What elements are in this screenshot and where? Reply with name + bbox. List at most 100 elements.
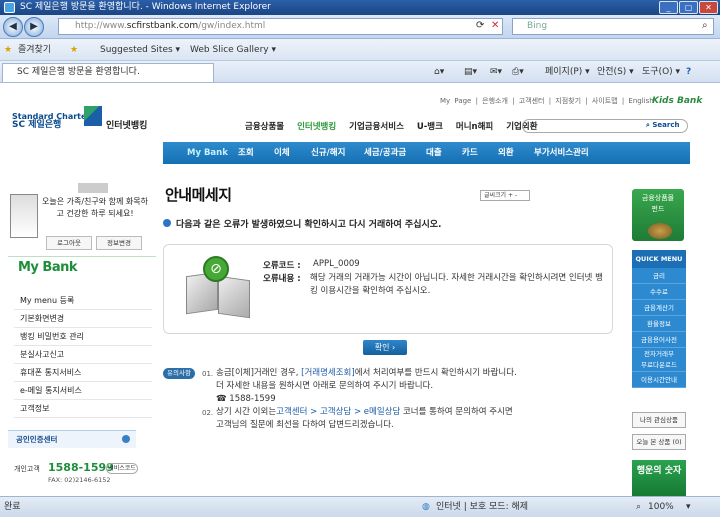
tab-active[interactable]: SC 제일은행 방문을 환영합니다.	[2, 63, 214, 82]
web-slice-gallery-link[interactable]: Web Slice Gallery ▾	[190, 39, 276, 61]
search-icon[interactable]: ⌕	[702, 20, 708, 31]
nav-money-happy[interactable]: 머니n해피	[456, 122, 493, 132]
top-links[interactable]: My Page | 은행소개 | 고객센터 | 지점찾기 | 사이트맵 | En…	[440, 96, 654, 106]
bing-placeholder: Bing	[527, 21, 548, 31]
fund-label: 펀드	[651, 205, 665, 213]
email-consult-link[interactable]: 고객센터 > 고객상담 > e메일상담	[276, 407, 400, 417]
menu-item-default-screen[interactable]: 기본화면변경	[14, 310, 152, 328]
maximize-button[interactable]: ▢	[679, 1, 698, 14]
note-2-text-c: 고객님의 질문에 최선을 다하여 답변드리겠습니다.	[216, 420, 394, 430]
favorites-star-icon: ★	[4, 45, 13, 55]
suggested-sites-link[interactable]: Suggested Sites ▾	[100, 39, 180, 61]
phone-number: 1588-1599	[48, 461, 114, 474]
kids-bank-logo[interactable]: Kids Bank	[652, 96, 702, 106]
tools-menu[interactable]: 도구(O) ▾	[642, 61, 680, 83]
stop-icon[interactable]: ✕	[491, 20, 499, 31]
quick-exchange-rate[interactable]: 환율정보	[632, 316, 686, 332]
subnav-extra-services[interactable]: 부가서비스관리	[534, 142, 589, 164]
font-size-control[interactable]: 글씨크기 + -	[480, 190, 530, 201]
subnav-my-bank[interactable]: My Bank	[187, 142, 228, 164]
status-text: 완료	[4, 502, 21, 512]
url-prefix: http://www.	[75, 21, 127, 31]
window-title: SC 제일은행 방문을 환영합니다. - Windows Internet Ex…	[20, 2, 271, 12]
internet-banking-label: 인터넷뱅킹	[106, 121, 148, 131]
quick-menu-list: 금리 수수료 금융계산기 환율정보 금융용어사전 전자거래부 무료다운로드 이용…	[632, 268, 686, 388]
close-button[interactable]: ✕	[699, 1, 718, 14]
window-title-bar: SC 제일은행 방문을 환영합니다. - Windows Internet Ex…	[0, 0, 720, 15]
note-2-text-b: 코너를 통하여 문의하여 주시면	[400, 407, 513, 417]
fax-number: FAX: 02)2146-6152	[48, 476, 111, 484]
navigation-bar: ◀ ▶ http://www.scfirstbank.com/gw/index.…	[0, 15, 720, 39]
confirm-button[interactable]: 확인 ›	[363, 340, 407, 355]
subnav-tax[interactable]: 세금/공과금	[364, 142, 406, 164]
zoom-icon[interactable]: ⌕	[636, 497, 641, 517]
nav-internet-banking[interactable]: 인터넷뱅킹	[297, 122, 336, 132]
note-1: 송금[이체]거래인 경우, [거래명세조회]에서 처리여부를 반드시 확인하시기…	[216, 367, 596, 406]
zoom-level[interactable]: 100%	[648, 497, 674, 517]
menu-item-my-menu[interactable]: My menu 등록	[14, 292, 152, 310]
service-code-button[interactable]: 서비스코드	[106, 463, 138, 474]
logout-button[interactable]: 로그아웃	[46, 236, 92, 250]
site-search-button[interactable]: ⌕ Search	[646, 121, 679, 130]
menu-item-email-notify[interactable]: e-메일 통지서비스	[14, 382, 152, 400]
tab-title: SC 제일은행 방문을 환영합니다.	[17, 67, 140, 77]
add-favorite-icon[interactable]: ★	[70, 39, 78, 61]
quick-rate[interactable]: 금리	[632, 268, 686, 284]
monitor-right-icon	[218, 275, 250, 319]
subnav-new-close[interactable]: 신규/해지	[311, 142, 345, 164]
phone-label: 개인고객	[14, 465, 40, 473]
cert-center-link[interactable]: 공인인증센터	[8, 430, 136, 448]
refresh-icon[interactable]: ⟳	[476, 20, 484, 31]
user-name-blurred	[78, 183, 108, 193]
subnav-card[interactable]: 카드	[462, 142, 478, 164]
info-change-button[interactable]: 정보변경	[96, 236, 142, 250]
subnav-fx[interactable]: 외환	[498, 142, 514, 164]
mail-icon[interactable]: ✉▾	[490, 61, 502, 83]
security-zone[interactable]: 인터넷 | 보호 모드: 해제	[436, 497, 528, 517]
menu-item-customer-info[interactable]: 고객정보	[14, 400, 152, 418]
site-search-label: Search	[652, 121, 680, 129]
note-2-text-a: 상기 시간 이외는	[216, 407, 277, 417]
nav-corporate[interactable]: 기업금융서비스	[349, 122, 404, 132]
search-input[interactable]: Bing	[512, 18, 714, 35]
quick-fee[interactable]: 수수료	[632, 284, 686, 300]
today-viewed-button[interactable]: 오늘 본 상품 (0)	[632, 434, 686, 450]
home-icon[interactable]: ⌂▾	[434, 61, 444, 83]
note-1-text-a: 송금[이체]거래인 경우,	[216, 368, 302, 378]
transaction-history-link[interactable]: [거래명세조회]	[301, 368, 355, 378]
quick-download[interactable]: 전자거래부 무료다운로드	[632, 348, 686, 372]
quick-service-hours[interactable]: 이용시간안내	[632, 372, 686, 388]
globe-icon: ◍	[422, 502, 430, 512]
back-button[interactable]: ◀	[3, 17, 23, 37]
subnav-transfer[interactable]: 이체	[274, 142, 290, 164]
lucky-number-banner[interactable]: 행운의 숫자	[632, 460, 686, 496]
quick-calculator[interactable]: 금융계산기	[632, 300, 686, 316]
subnav-inquiry[interactable]: 조회	[238, 142, 254, 164]
info-icon	[163, 219, 171, 227]
note-1-phone: ☎ 1588-1599	[216, 394, 276, 404]
forward-button[interactable]: ▶	[24, 17, 44, 37]
status-bar: 완료 ◍ 인터넷 | 보호 모드: 해제 ⌕ 100% ▾	[0, 496, 720, 517]
address-bar[interactable]: http://www.scfirstbank.com/gw/index.html	[58, 18, 503, 35]
my-interest-button[interactable]: 나의 관심상품	[632, 412, 686, 428]
favorites-button[interactable]: 즐겨찾기	[18, 39, 51, 61]
arrow-icon	[122, 435, 130, 443]
menu-item-loss-report[interactable]: 분실사고신고	[14, 346, 152, 364]
error-message: 다음과 같은 오류가 발생하였으니 확인하시고 다시 거래하여 주십시오.	[176, 220, 442, 230]
menu-item-sms-notify[interactable]: 휴대폰 통지서비스	[14, 364, 152, 382]
zoom-dropdown-icon[interactable]: ▾	[686, 497, 691, 517]
page-menu[interactable]: 페이지(P) ▾	[545, 61, 590, 83]
nav-u-bank[interactable]: U-뱅크	[417, 122, 443, 132]
quick-glossary[interactable]: 금융용어사전	[632, 332, 686, 348]
my-bank-title: My Bank	[8, 256, 156, 282]
print-icon[interactable]: ⎙▾	[512, 61, 524, 83]
error-desc-value: 해당 거래의 거래가능 시간이 아닙니다. 자세한 거래시간을 확인하시려면 인…	[310, 273, 603, 296]
feeds-icon[interactable]: ▤▾	[464, 61, 477, 83]
menu-item-password[interactable]: 뱅킹 비밀번호 관리	[14, 328, 152, 346]
nav-product-mall[interactable]: 금융상품몰	[245, 122, 284, 132]
help-icon[interactable]: ?	[686, 61, 691, 83]
subnav-loan[interactable]: 대출	[426, 142, 442, 164]
main-nav: 금융상품몰 인터넷뱅킹 기업금융서비스 U-뱅크 머니n해피 기업외환	[245, 120, 548, 132]
safety-menu[interactable]: 안전(S) ▾	[597, 61, 634, 83]
minimize-button[interactable]: _	[659, 1, 678, 14]
